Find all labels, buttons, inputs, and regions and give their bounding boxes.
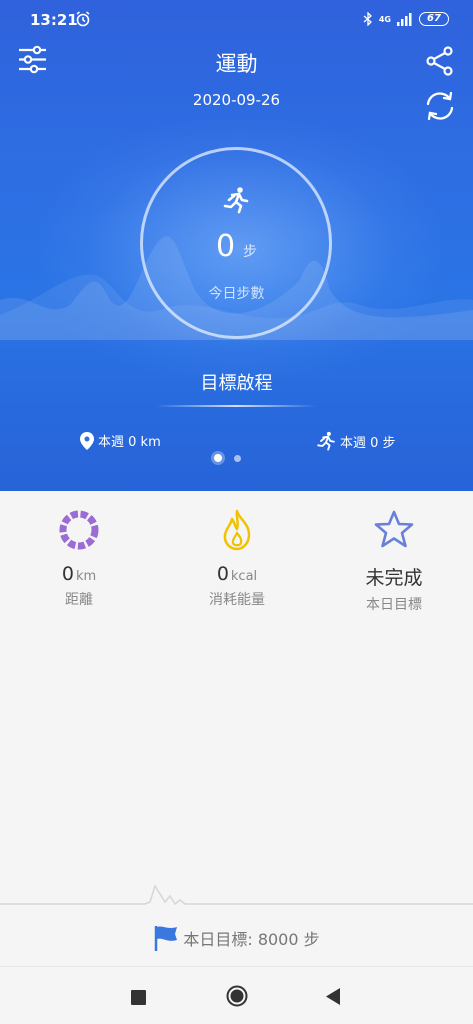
- daily-goal-text: 本日目標: 8000 步: [183, 930, 320, 949]
- stat-calories[interactable]: 0 kcal 消耗能量: [158, 509, 316, 609]
- calories-value: 0: [216, 563, 229, 585]
- stats-row: 0 km 距離 0 kcal 消耗能量 未完成 本日目標: [0, 491, 473, 621]
- activity-header: 13:21 4G 67 運動 2020-09-26 0 步 今日步數 目標啟程 …: [0, 0, 473, 491]
- running-small-icon: [317, 431, 335, 451]
- distance-ring-icon: [59, 510, 99, 550]
- journey-divider: [156, 405, 316, 407]
- battery-indicator: 67: [419, 12, 449, 26]
- star-icon: [374, 510, 414, 548]
- recent-apps-icon[interactable]: [131, 990, 146, 1005]
- system-navigation-bar: [0, 966, 473, 1024]
- week-steps-text: 本週 0 步: [340, 435, 396, 451]
- calories-label: 消耗能量: [209, 592, 265, 608]
- calories-unit: kcal: [230, 569, 258, 584]
- goal-status-label: 本日目標: [366, 597, 422, 613]
- today-steps: 0步: [0, 229, 473, 264]
- steps-unit: 步: [243, 244, 258, 260]
- back-icon[interactable]: [326, 988, 341, 1005]
- flag-icon: [155, 926, 178, 951]
- location-pin-icon: [80, 431, 94, 450]
- week-steps: 本週 0 步: [316, 431, 396, 451]
- page-dot-2[interactable]: [234, 454, 241, 462]
- status-bar: 13:21 4G 67: [0, 0, 473, 40]
- week-distance-text: 本週 0 km: [98, 435, 161, 450]
- sync-icon[interactable]: [422, 89, 458, 123]
- journey-title[interactable]: 目標啟程: [0, 369, 473, 395]
- daily-goal-bar[interactable]: 本日目標: 8000 步: [0, 924, 473, 952]
- today-steps-label: 今日步數: [208, 286, 265, 302]
- distance-label: 距離: [65, 592, 93, 608]
- selected-date[interactable]: 2020-09-26: [0, 91, 473, 109]
- alarm-icon: [76, 11, 90, 27]
- stat-distance[interactable]: 0 km 距離: [0, 509, 158, 609]
- week-distance: 本週 0 km: [80, 431, 161, 450]
- flame-icon: [223, 509, 251, 551]
- signal-icon: [397, 12, 412, 26]
- page-indicator: [214, 454, 241, 462]
- clock: 13:21: [30, 11, 78, 29]
- steps-value: 0: [215, 229, 236, 264]
- goal-status-value: 未完成: [365, 567, 423, 589]
- stat-daily-goal[interactable]: 未完成 本日目標: [315, 509, 473, 614]
- share-icon[interactable]: [426, 46, 454, 76]
- activity-baseline-chart: [0, 884, 473, 906]
- page-title: 運動: [215, 52, 258, 76]
- home-icon[interactable]: [226, 985, 248, 1007]
- distance-unit: km: [75, 569, 97, 584]
- bluetooth-icon: [363, 12, 372, 26]
- network-type: 4G: [378, 14, 391, 24]
- running-icon: [223, 187, 249, 214]
- distance-value: 0: [61, 563, 74, 585]
- page-dot-1[interactable]: [214, 454, 222, 462]
